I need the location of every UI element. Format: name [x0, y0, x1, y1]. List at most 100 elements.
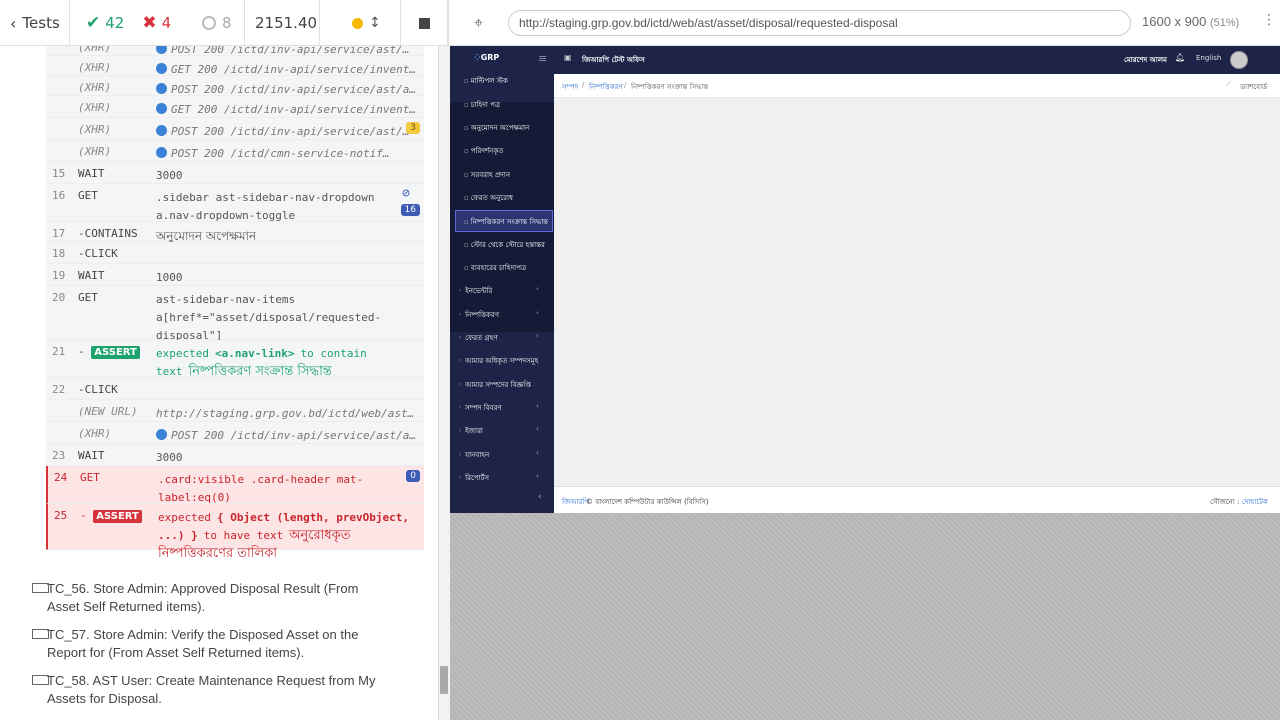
test-checkbox-icon — [32, 675, 49, 685]
command-row[interactable]: (XHR) POST 200 /ictd/inv-api/service/ast/… — [46, 422, 424, 444]
sidebar-item[interactable]: ◦ আমার সম্পদের বিজ্ঞপ্তি — [458, 379, 531, 391]
command-row[interactable]: 22 -CLICK — [46, 378, 424, 400]
command-row[interactable]: (XHR) GET 200 /ictd/inv-api/service/inven… — [46, 96, 424, 118]
scroll-arrows-icon: ↕ — [369, 15, 381, 31]
menu-item-icon: ▫ — [464, 77, 469, 85]
command-name: GET — [78, 291, 98, 304]
command-row[interactable]: 23 WAIT 3000 — [46, 444, 424, 466]
command-message: expected{ Object (length, prevObject, ..… — [158, 509, 420, 563]
grp-logo: ⁘GRP — [474, 53, 500, 62]
avatar[interactable] — [1230, 51, 1248, 69]
more-icon[interactable]: ⋮ — [1262, 12, 1276, 28]
command-name: WAIT — [78, 167, 105, 180]
command-row[interactable]: (XHR) POST 200 /ictd/cmn-service-notif… — [46, 140, 424, 162]
test-checkbox-icon — [32, 583, 49, 593]
command-row[interactable]: 15 WAIT 3000 — [46, 162, 424, 184]
url-text: http://staging.grp.gov.bd/ictd/web/ast/a… — [519, 16, 898, 30]
test-item[interactable]: TC_56. Store Admin: Approved Disposal Re… — [32, 580, 392, 616]
sidebar-item[interactable]: ◦ আমার অধিকৃত সম্পদসমূহ — [458, 355, 538, 367]
footer-copyright: © বাংলাদেশ কম্পিউটার কাউন্সিল (বিসিসি) — [586, 498, 709, 506]
hamburger-icon[interactable]: ≡ — [538, 52, 547, 65]
sidebar-item-label: ইজারা — [465, 427, 483, 435]
assert-pre-text: expected — [158, 511, 211, 524]
command-name: -CONTAINS — [78, 227, 138, 240]
command-list: (XHR) POST 200 /ictd/inv-api/service/ast/… — [46, 36, 424, 561]
command-row[interactable]: (XHR) POST 200 /ictd/inv-api/service/ast/… — [46, 118, 424, 140]
sidebar-item[interactable]: ◦ ইনভেন্টরি ‹ — [458, 285, 539, 297]
footer-dohatec-link[interactable]: দোহাটেক — [1242, 496, 1268, 508]
menu-item-icon: ◦ — [458, 474, 463, 482]
command-row[interactable]: 18 -CLICK — [46, 242, 424, 264]
command-message: 3000 — [156, 167, 418, 185]
test-checkbox-icon — [32, 629, 49, 639]
request-dot-icon — [156, 125, 167, 136]
language-toggle[interactable]: English — [1196, 54, 1221, 62]
command-row[interactable]: 20 GET ast-sidebar-nav-items a[href*="asse… — [46, 286, 424, 342]
command-number: 23 — [52, 449, 66, 462]
breadcrumb-item-asset[interactable]: সম্পদ — [562, 81, 578, 93]
sidebar-subitem[interactable]: ▫ পরিদর্শনকৃত — [464, 145, 504, 157]
scrollbar-thumb[interactable] — [440, 666, 448, 694]
application-frame: ⁘GRP ≡ ▣ জিআরপি টেস্ট অফিস মোরশেদ আলম 🔔︎… — [450, 46, 1280, 513]
breadcrumb-item-disposal[interactable]: নিষ্পত্তিকরণ — [589, 81, 623, 93]
chevron-left-icon: ‹ — [536, 425, 539, 433]
panel-splitter[interactable] — [438, 46, 450, 720]
sidebar-subitem[interactable]: ▫ স্টোর থেকে স্টোরে হস্তান্তর — [464, 239, 545, 251]
bell-icon[interactable]: 🔔︎ — [1175, 53, 1185, 62]
test-item[interactable]: TC_58. AST User: Create Maintenance Requ… — [32, 672, 392, 708]
footer-grp-link[interactable]: জিআরপি — [562, 496, 589, 508]
dashboard-link[interactable]: ড্যাশবোর্ড — [1240, 81, 1267, 93]
command-name: GET — [78, 189, 98, 202]
sidebar-subitem[interactable]: ▫ চাহিদা পত্র — [464, 99, 500, 111]
url-bar[interactable]: http://staging.grp.gov.bd/ictd/web/ast/a… — [508, 10, 1131, 36]
chart-icon: ⟋ — [1226, 80, 1231, 88]
viewport-scale: (51%) — [1209, 17, 1240, 29]
sidebar-item[interactable]: ◦ সম্পদ বিবরণ ‹ — [458, 402, 539, 414]
command-name: (XHR) — [78, 81, 112, 94]
test-item[interactable]: TC_57. Store Admin: Verify the Disposed … — [32, 626, 392, 662]
command-message-text: 1000 — [156, 271, 183, 284]
menu-item-icon: ◦ — [458, 404, 463, 412]
app-footer: জিআরপি © বাংলাদেশ কম্পিউটার কাউন্সিল (বি… — [554, 486, 1280, 513]
selector-playground-button[interactable]: ⌖ — [448, 0, 508, 46]
command-count-badge: 0 — [406, 470, 420, 482]
auto-scroll-toggle[interactable]: ↕ — [320, 0, 400, 46]
command-row[interactable]: 19 WAIT 1000 — [46, 264, 424, 286]
test-title: TC_57. Store Admin: Verify the Disposed … — [47, 627, 359, 660]
sidebar-subitem[interactable]: ▫ মাল্টিপল স্টক — [464, 75, 508, 87]
sidebar-subitem[interactable]: ▫ ব্যবহারের চাহিদাপত্র — [464, 262, 526, 274]
command-count-badge: 16 — [400, 204, 420, 216]
command-row[interactable]: (NEW URL) http://staging.grp.gov.bd/ictd/… — [46, 400, 424, 422]
command-row[interactable]: 16 GET .sidebar ast-sidebar-nav-dropdown a… — [46, 184, 424, 222]
chevron-left-icon: ‹ — [536, 332, 539, 340]
back-to-tests-button[interactable]: ‹ Tests — [0, 0, 70, 46]
command-row[interactable]: 24 GET .card:visible .card-header mat-labe… — [46, 466, 424, 504]
sidebar-item[interactable]: ◦ রিপোর্টস ‹ — [458, 472, 539, 484]
command-row[interactable]: 17 -CONTAINS অনুমোদন অপেক্ষমান — [46, 222, 424, 243]
sidebar-item[interactable]: ◦ ইজারা ‹ — [458, 425, 539, 437]
sidebar-item[interactable]: ◦ নিষ্পত্তিকরণ ‹ — [458, 309, 539, 321]
sidebar-item[interactable]: ◦ যানবাহন ‹ — [458, 449, 539, 461]
sidebar-subitem-label: নিষ্পত্তিকরণ সংক্রান্ত সিদ্ধান্ত — [470, 218, 548, 226]
user-name[interactable]: মোরশেদ আলম — [1124, 54, 1167, 66]
command-row[interactable]: 25 - ASSERT expected{ Object (length, prev… — [46, 504, 424, 561]
command-row[interactable]: 21- ASSERT expected <a.nav-link> to contain… — [46, 340, 424, 379]
cross-icon: ✖ — [142, 13, 157, 33]
menu-item-icon: ◦ — [458, 381, 463, 389]
runner-header: ‹ Tests ✔ 42 ✖ 4 8 2151.40 ↕ ⌖ http://st… — [0, 0, 1280, 46]
command-row[interactable]: (XHR) POST 200 /ictd/inv-api/service/ast/… — [46, 76, 424, 96]
sidebar-subitem[interactable]: ▫ ফেরত অনুরোধ — [464, 192, 513, 204]
sidebar-subitem[interactable]: ▫ অনুমোদন অপেক্ষমান — [464, 122, 529, 134]
pending-circle-icon — [202, 16, 216, 30]
sidebar-item-label: ফেরত গ্রহণ — [465, 334, 498, 342]
sidebar-subitem[interactable]: ▫ নিষ্পত্তিকরণ সংক্রান্ত সিদ্ধান্ত — [464, 216, 548, 228]
sidebar-subitem-label: অনুমোদন অপেক্ষমান — [470, 124, 530, 132]
sidebar-subitem[interactable]: ▫ সরবরাহ প্রদান — [464, 169, 510, 181]
breadcrumb-item-current: নিষ্পত্তিকরণ সংক্রান্ত সিদ্ধান্ত — [631, 83, 709, 91]
sidebar-item[interactable]: ◦ ফেরত গ্রহণ ‹ — [458, 332, 539, 344]
stop-button[interactable] — [400, 0, 448, 46]
command-message-text: .card:visible .card-header mat-label:eq(… — [158, 473, 364, 504]
command-row[interactable]: (XHR) GET 200 /ictd/inv-api/service/inven… — [46, 56, 424, 76]
menu-item-icon: ▫ — [464, 171, 469, 179]
collapse-sidebar-icon[interactable]: ‹ — [538, 492, 542, 502]
